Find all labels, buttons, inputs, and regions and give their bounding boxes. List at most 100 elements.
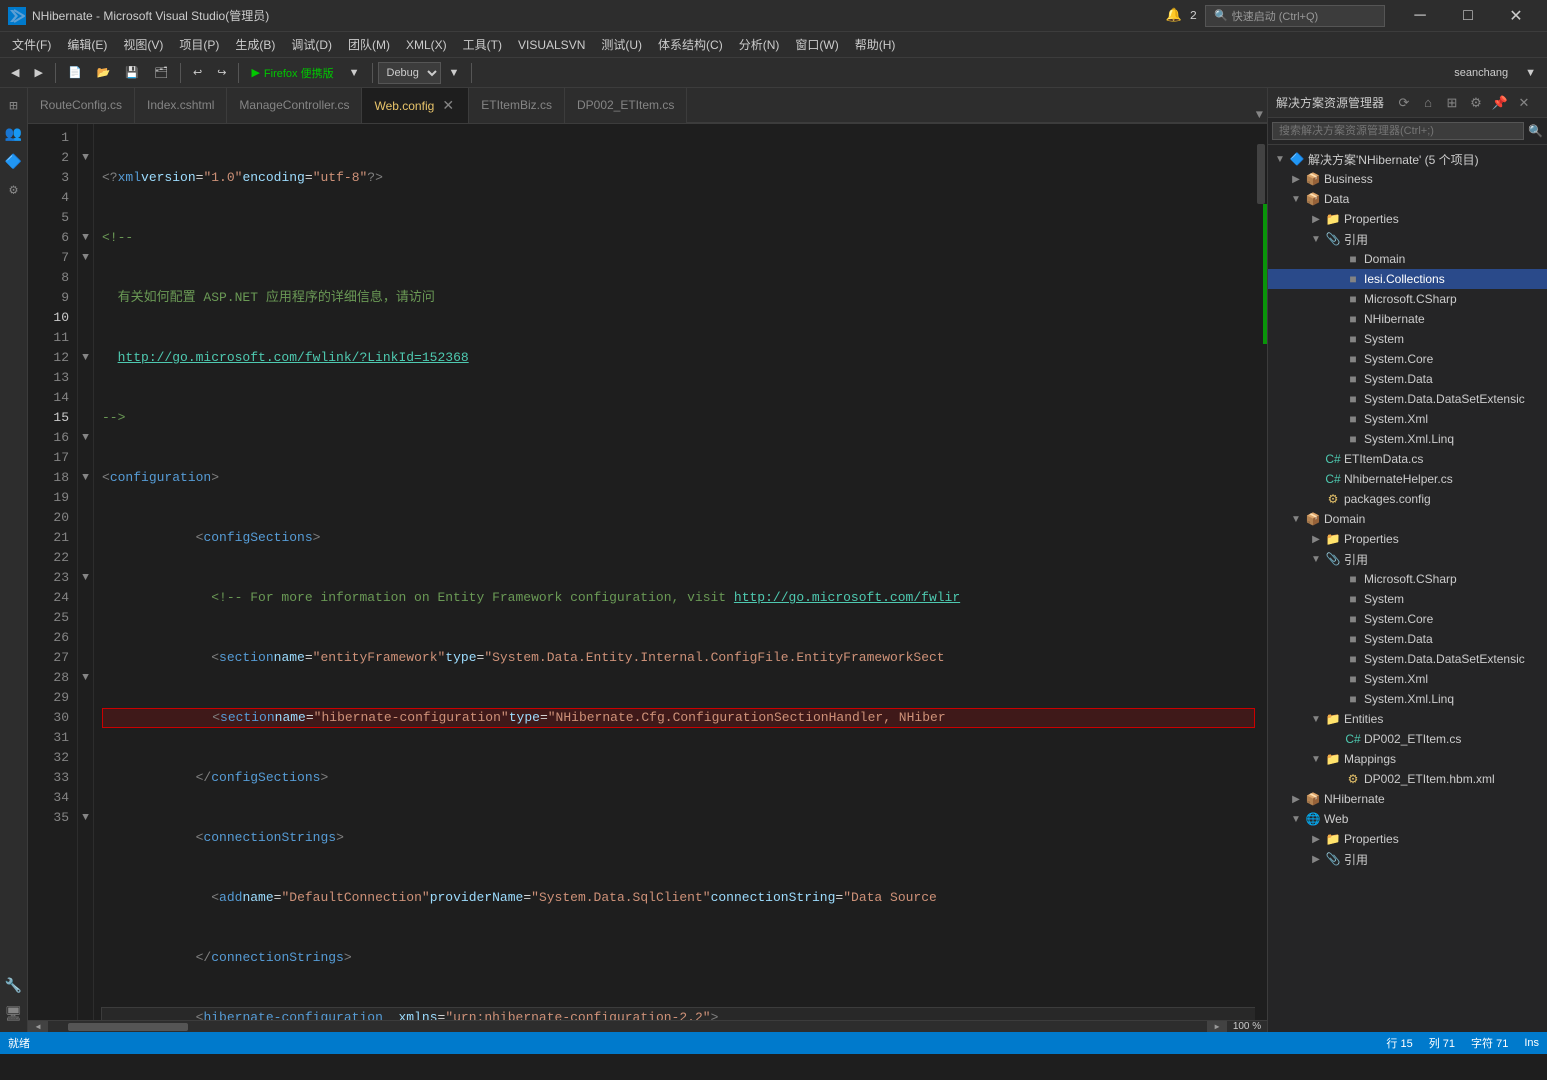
menu-edit[interactable]: 编辑(E) — [59, 33, 115, 56]
tree-domain-ref-sysdataset[interactable]: ■ System.Data.DataSetExtensic — [1268, 649, 1547, 669]
se-filter-button[interactable]: ⊞ — [1441, 92, 1463, 114]
tree-domain-properties[interactable]: ▶ 📁 Properties — [1268, 529, 1547, 549]
sidebar-team-icon[interactable]: 👥 — [2, 122, 26, 146]
menu-view[interactable]: 视图(V) — [115, 33, 171, 56]
fold-35[interactable]: ▼ — [78, 808, 93, 828]
tree-domain-project[interactable]: ▼ 📦 Domain — [1268, 509, 1547, 529]
hscroll-track[interactable] — [48, 1021, 1207, 1033]
scroll-right-button[interactable]: ▶ — [1207, 1021, 1227, 1033]
menu-window[interactable]: 窗口(W) — [787, 33, 846, 56]
tree-web-properties[interactable]: ▶ 📁 Properties — [1268, 829, 1547, 849]
tree-ref-sysxml[interactable]: ■ System.Xml — [1268, 409, 1547, 429]
menu-analyze[interactable]: 分析(N) — [731, 33, 788, 56]
sidebar-class-icon[interactable]: 🔷 — [2, 150, 26, 174]
start-dropdown[interactable]: ▼ — [342, 61, 367, 85]
tree-domain-ref-systemcore[interactable]: ■ System.Core — [1268, 609, 1547, 629]
menu-debug[interactable]: 调试(D) — [283, 33, 340, 56]
hscroll-thumb[interactable] — [68, 1023, 188, 1031]
tree-domain-ref-sysdata[interactable]: ■ System.Data — [1268, 629, 1547, 649]
tree-web-project[interactable]: ▼ 🌐 Web — [1268, 809, 1547, 829]
tree-domain-refs[interactable]: ▼ 📎 引用 — [1268, 549, 1547, 569]
open-button[interactable]: 📂 — [90, 61, 118, 85]
se-settings-button[interactable]: ⚙ — [1465, 92, 1487, 114]
tree-web-refs[interactable]: ▶ 📎 引用 — [1268, 849, 1547, 869]
se-home-button[interactable]: ⌂ — [1417, 92, 1439, 114]
sidebar-solution-icon[interactable]: ⊞ — [2, 94, 26, 118]
config-dropdown[interactable]: ▼ — [442, 61, 467, 85]
code-area[interactable]: <?xml version="1.0" encoding="utf-8"?> <… — [94, 124, 1255, 1020]
save-all-button[interactable]: 🗂 — [147, 61, 175, 85]
tree-domain-ref-sysxmllinq[interactable]: ■ System.Xml.Linq — [1268, 689, 1547, 709]
quick-launch-input[interactable]: 🔍 快速启动 (Ctrl+Q) — [1205, 5, 1385, 27]
forward-button[interactable]: ▶ — [27, 61, 49, 85]
tab-routeconfig[interactable]: RouteConfig.cs — [28, 88, 135, 123]
tree-ref-system[interactable]: ■ System — [1268, 329, 1547, 349]
tree-data-refs[interactable]: ▼ 📎 引用 — [1268, 229, 1547, 249]
tab-dp002[interactable]: DP002_ETItem.cs — [565, 88, 687, 123]
editor-scrollbar[interactable] — [1255, 124, 1267, 1020]
tab-manage[interactable]: ManageController.cs — [227, 88, 362, 123]
user-dropdown[interactable]: ▼ — [1518, 61, 1543, 85]
tree-dp002-hbm[interactable]: ⚙ DP002_ETItem.hbm.xml — [1268, 769, 1547, 789]
tree-ref-iesi[interactable]: ■ Iesi.Collections — [1268, 269, 1547, 289]
tree-ref-sysdata[interactable]: ■ System.Data — [1268, 369, 1547, 389]
se-sync-button[interactable]: ⟳ — [1393, 92, 1415, 114]
tree-data-properties[interactable]: ▶ 📁 Properties — [1268, 209, 1547, 229]
fold-2[interactable]: ▼ — [78, 148, 93, 168]
sidebar-server-icon[interactable]: 🖥 — [2, 1002, 26, 1026]
tree-mappings-folder[interactable]: ▼ 📁 Mappings — [1268, 749, 1547, 769]
sidebar-toolbox-icon[interactable]: 🔧 — [2, 974, 26, 998]
tree-ref-mscsharp[interactable]: ■ Microsoft.CSharp — [1268, 289, 1547, 309]
menu-file[interactable]: 文件(F) — [4, 33, 59, 56]
close-button[interactable]: ✕ — [1493, 0, 1539, 32]
tree-domain-ref-sysxml[interactable]: ■ System.Xml — [1268, 669, 1547, 689]
editor-scroll-thumb[interactable] — [1257, 144, 1265, 204]
tree-ref-nhibernate[interactable]: ■ NHibernate — [1268, 309, 1547, 329]
menu-architecture[interactable]: 体系结构(C) — [650, 33, 731, 56]
tree-data[interactable]: ▼ 📦 Data — [1268, 189, 1547, 209]
fold-23[interactable]: ▼ — [78, 568, 93, 588]
chevron-down-icon[interactable]: ▼ — [1256, 108, 1263, 122]
tab-etitembiz[interactable]: ETItemBiz.cs — [469, 88, 565, 123]
tab-index[interactable]: Index.cshtml — [135, 88, 227, 123]
tree-nhibernate-project[interactable]: ▶ 📦 NHibernate — [1268, 789, 1547, 809]
tree-solution[interactable]: ▼ 🔷 解决方案'NHibernate' (5 个项目) — [1268, 149, 1547, 169]
menu-visualsvn[interactable]: VISUALSVN — [510, 35, 593, 55]
save-button[interactable]: 💾 — [118, 61, 146, 85]
tree-dp002etitem-cs[interactable]: C# DP002_ETItem.cs — [1268, 729, 1547, 749]
config-select[interactable]: Debug — [378, 62, 441, 84]
notification-bell[interactable]: 🔔 — [1166, 8, 1182, 23]
tree-nhibhelper[interactable]: C# NhibernateHelper.cs — [1268, 469, 1547, 489]
fold-6[interactable]: ▼ — [78, 228, 93, 248]
tab-webconfig-close[interactable]: ✕ — [440, 98, 456, 114]
menu-xml[interactable]: XML(X) — [398, 35, 455, 55]
tree-packages[interactable]: ⚙ packages.config — [1268, 489, 1547, 509]
undo-button[interactable]: ↩ — [186, 61, 209, 85]
scroll-left-button[interactable]: ◀ — [28, 1021, 48, 1033]
tree-entities-folder[interactable]: ▼ 📁 Entities — [1268, 709, 1547, 729]
tree-business[interactable]: ▶ 📦 Business — [1268, 169, 1547, 189]
start-button[interactable]: ▶ Firefox 便携版 — [244, 61, 340, 85]
menu-help[interactable]: 帮助(H) — [847, 33, 904, 56]
tree-ref-sysdataset[interactable]: ■ System.Data.DataSetExtensic — [1268, 389, 1547, 409]
fold-16[interactable]: ▼ — [78, 428, 93, 448]
tab-webconfig[interactable]: Web.config ✕ — [362, 88, 469, 123]
sidebar-props-icon[interactable]: ⚙ — [2, 178, 26, 202]
se-close-button[interactable]: ✕ — [1513, 92, 1535, 114]
fold-28[interactable]: ▼ — [78, 668, 93, 688]
new-file-button[interactable]: 📄 — [61, 61, 89, 85]
menu-project[interactable]: 项目(P) — [171, 33, 227, 56]
tree-domain-ref-mscsharp[interactable]: ■ Microsoft.CSharp — [1268, 569, 1547, 589]
tree-ref-sysxmllinq[interactable]: ■ System.Xml.Linq — [1268, 429, 1547, 449]
menu-build[interactable]: 生成(B) — [227, 33, 283, 56]
fold-12[interactable]: ▼ — [78, 348, 93, 368]
solution-search-input[interactable] — [1272, 122, 1524, 140]
menu-tools[interactable]: 工具(T) — [455, 33, 510, 56]
se-dock-button[interactable]: 📌 — [1489, 92, 1511, 114]
tree-ref-systemcore[interactable]: ■ System.Core — [1268, 349, 1547, 369]
tab-overflow[interactable]: ▼ — [1252, 108, 1267, 123]
tree-etitemdata[interactable]: C# ETItemData.cs — [1268, 449, 1547, 469]
menu-team[interactable]: 团队(M) — [340, 33, 398, 56]
editor[interactable]: 1 2 3 4 5 6 7 8 9 10 11 12 13 14 15 16 1… — [28, 124, 1267, 1020]
tree-ref-domain[interactable]: ■ Domain — [1268, 249, 1547, 269]
